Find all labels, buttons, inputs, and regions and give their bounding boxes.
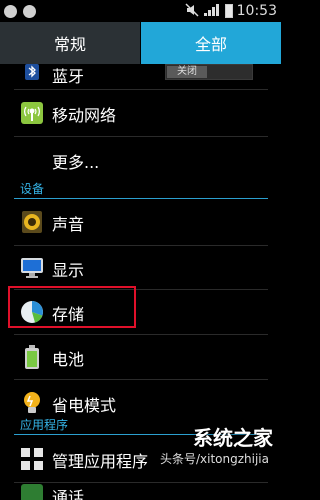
section-header-device: 设备 (0, 180, 281, 200)
settings-item-label: 声音 (52, 215, 85, 234)
tab-all[interactable]: 全部 (141, 22, 281, 64)
tab-general[interactable]: 常规 (0, 22, 141, 64)
status-right: 10:53 (185, 2, 277, 21)
settings-item-calls[interactable]: 通话 (0, 483, 281, 500)
watermark: 系统之家 头条号/xitongzhijia (130, 416, 281, 476)
apps-grid-icon (20, 447, 44, 471)
android-notification-icon (4, 4, 17, 18)
settings-item-sound[interactable]: 声音 (0, 199, 281, 245)
status-bar: 10:53 (0, 0, 281, 22)
settings-item-label: 电池 (52, 350, 85, 369)
bulb-icon (20, 391, 44, 415)
settings-item-label: 显示 (52, 261, 85, 280)
settings-item-label: 移动网络 (52, 106, 117, 125)
section-title: 设备 (20, 182, 45, 196)
watermark-subtitle: 头条号/xitongzhijia (159, 452, 269, 466)
settings-item-display[interactable]: 显示 (0, 246, 281, 289)
battery-icon (224, 4, 233, 18)
phone-icon (20, 483, 44, 500)
settings-item-more[interactable]: 更多... (0, 137, 281, 183)
section-title: 应用程序 (20, 418, 69, 432)
bluetooth-toggle[interactable]: 关闭 (165, 64, 253, 80)
clock: 10:53 (236, 3, 277, 19)
settings-item-label: 更多... (52, 153, 100, 172)
toggle-off-label: 关闭 (167, 66, 207, 78)
watermark-title: 系统之家 (193, 426, 273, 450)
settings-item-mobile-network[interactable]: 移动网络 (0, 90, 281, 136)
settings-item-bluetooth[interactable]: 蓝牙 关闭 (0, 64, 281, 86)
bluetooth-icon (20, 64, 44, 80)
settings-item-label: 省电模式 (52, 396, 117, 415)
monitor-icon (20, 255, 44, 279)
mute-icon (185, 2, 199, 21)
mobile-network-icon (20, 101, 44, 125)
sync-icon (23, 4, 36, 18)
settings-item-battery[interactable]: 电池 (0, 335, 281, 379)
signal-3g-icon (203, 2, 221, 21)
storage-highlight-box (8, 286, 136, 328)
tab-bar: 常规 全部 (0, 22, 281, 64)
settings-item-label: 通话 (52, 488, 85, 500)
battery-icon (20, 345, 44, 369)
settings-item-label: 蓝牙 (52, 67, 85, 86)
speaker-icon (20, 210, 44, 234)
status-left (4, 4, 36, 18)
